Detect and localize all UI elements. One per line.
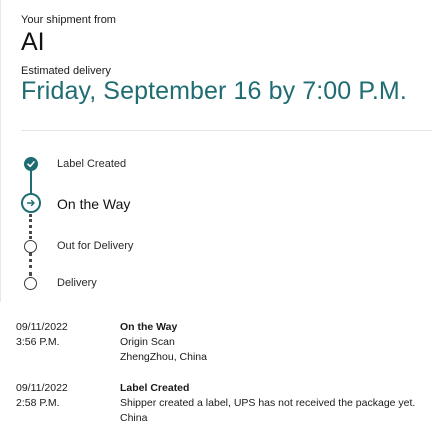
shipment-summary-card: Your shipment from AI Estimated delivery… (0, 0, 432, 302)
check-icon (24, 157, 38, 171)
history-detail: Label Created Shipper created a label, U… (120, 381, 425, 426)
progress-line-completed (30, 168, 32, 195)
shipment-from-label: Your shipment from (21, 14, 116, 26)
divider (21, 130, 432, 131)
history-detail: On the Way Origin Scan ZhengZhou, China (120, 320, 425, 365)
circle-icon (24, 277, 37, 290)
history-datetime: 09/11/2022 2:58 P.M. (16, 381, 68, 411)
estimated-delivery-date: Friday, September 16 by 7:00 P.M. (21, 77, 407, 105)
history-activity: Shipper created a label, UPS has not rec… (120, 397, 416, 409)
progress-line-pending (29, 214, 32, 239)
history-time: 3:56 P.M. (16, 336, 60, 348)
step-label-out-for-delivery: Out for Delivery (57, 240, 134, 252)
step-label-created: Label Created (57, 158, 127, 170)
step-label-delivery: Delivery (57, 277, 97, 289)
history-time: 2:58 P.M. (16, 397, 60, 409)
history-activity: Origin Scan (120, 336, 175, 348)
history-location: China (120, 412, 148, 424)
circle-icon (24, 240, 37, 253)
step-label-on-the-way: On the Way (57, 196, 131, 212)
arrow-right-icon (21, 193, 41, 213)
progress-line-pending (29, 252, 32, 276)
shipper-name: AI (21, 28, 45, 56)
history-date: 09/11/2022 (16, 321, 68, 333)
estimated-delivery-label: Estimated delivery (21, 65, 111, 77)
history-datetime: 09/11/2022 3:56 P.M. (16, 320, 68, 350)
history-location: ZhengZhou, China (120, 351, 207, 363)
history-status: On the Way (120, 321, 178, 333)
history-status: Label Created (120, 382, 190, 394)
history-date: 09/11/2022 (16, 382, 68, 394)
